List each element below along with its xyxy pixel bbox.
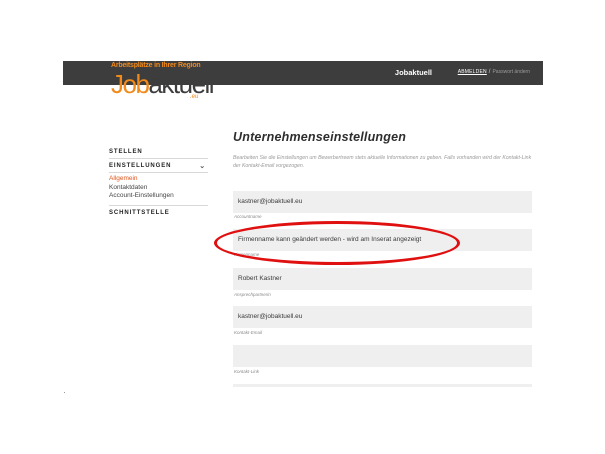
sidebar-item-einstellungen[interactable]: EINSTELLUNGEN ⌄ [109, 159, 208, 172]
contact-email-caption: Kontakt-Email [234, 330, 263, 335]
contact-person-value: Robert Kastner [238, 275, 282, 282]
sidebar-item-schnittstelle[interactable]: SCHNITTSTELLE [109, 206, 208, 219]
contact-person-caption: Ansprechpartnerin [234, 292, 271, 297]
contact-link-field[interactable] [233, 345, 532, 367]
account-name-value: kastner@jobaktuell.eu [238, 198, 303, 205]
logo-word-aktuell: aktuell [148, 69, 214, 99]
logo-suffix: .eu [190, 94, 199, 100]
sidebar-submenu: Allgemein Kontaktdaten Account-Einstellu… [109, 173, 208, 205]
contact-email-field[interactable]: kastner@jobaktuell.eu [233, 306, 532, 328]
account-name-caption: Accountname [234, 214, 262, 219]
sidebar-item-einstellungen-label: EINSTELLUNGEN [109, 163, 172, 169]
account-name-field[interactable]: kastner@jobaktuell.eu [233, 191, 532, 213]
settings-sidebar: STELLEN EINSTELLUNGEN ⌄ Allgemein Kontak… [109, 145, 208, 219]
stray-dot [64, 392, 65, 393]
sidebar-item-account-einstellungen[interactable]: Account-Einstellungen [109, 192, 208, 201]
highlight-annotation-ellipse [214, 221, 460, 265]
sidebar-item-kontaktdaten[interactable]: Kontaktdaten [109, 184, 208, 193]
contact-person-field[interactable]: Robert Kastner [233, 268, 532, 290]
next-field-partial[interactable] [233, 384, 532, 387]
logo-word-job: Job [111, 69, 150, 99]
sidebar-item-stellen[interactable]: STELLEN [109, 145, 208, 158]
jobaktuell-logo[interactable]: Arbeitsplätze in Ihrer Region Jobaktuell… [111, 62, 215, 104]
contact-email-value: kastner@jobaktuell.eu [238, 313, 303, 320]
sidebar-item-allgemein[interactable]: Allgemein [109, 175, 208, 184]
chevron-down-icon[interactable]: ⌄ [199, 162, 206, 170]
logo-tagline: Arbeitsplätze in Ihrer Region [111, 62, 201, 69]
contact-link-caption: Kontakt-Link [234, 369, 260, 374]
